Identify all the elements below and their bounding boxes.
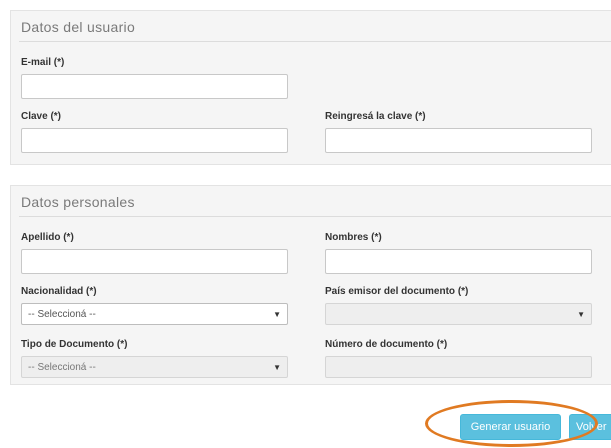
surname-input[interactable] <box>21 249 288 274</box>
names-input[interactable] <box>325 249 592 274</box>
personal-data-panel: Datos personales Apellido (*) Nombres (*… <box>10 185 611 385</box>
doc-number-label: Número de documento (*) <box>325 339 448 350</box>
issuing-country-select[interactable]: ▼ <box>325 303 592 325</box>
personal-data-title: Datos personales <box>21 194 135 210</box>
nationality-label: Nacionalidad (*) <box>21 286 97 297</box>
names-label: Nombres (*) <box>325 232 382 243</box>
chevron-down-icon: ▼ <box>273 309 281 319</box>
back-button[interactable]: Volver <box>569 414 611 440</box>
chevron-down-icon: ▼ <box>273 362 281 372</box>
nationality-selected-value: -- Seleccioná -- <box>28 308 96 320</box>
generate-user-button[interactable]: Generar usuario <box>460 414 561 440</box>
user-data-title: Datos del usuario <box>21 19 136 35</box>
nationality-select[interactable]: -- Seleccioná -- ▼ <box>21 303 288 325</box>
personal-data-divider <box>19 216 611 217</box>
email-input[interactable] <box>21 74 288 99</box>
user-data-panel: Datos del usuario E-mail (*) Clave (*) R… <box>10 10 611 165</box>
registration-page: Datos del usuario E-mail (*) Clave (*) R… <box>0 0 611 448</box>
email-label: E-mail (*) <box>21 57 65 68</box>
password-label: Clave (*) <box>21 111 62 122</box>
doc-type-label: Tipo de Documento (*) <box>21 339 128 350</box>
doc-type-select[interactable]: -- Seleccioná -- ▼ <box>21 356 288 378</box>
user-data-divider <box>19 41 611 42</box>
doc-type-selected-value: -- Seleccioná -- <box>28 361 96 373</box>
chevron-down-icon: ▼ <box>577 309 585 319</box>
password-repeat-input[interactable] <box>325 128 592 153</box>
password-repeat-label: Reingresá la clave (*) <box>325 111 426 122</box>
issuing-country-label: País emisor del documento (*) <box>325 286 469 297</box>
doc-number-input[interactable] <box>325 356 592 378</box>
password-input[interactable] <box>21 128 288 153</box>
surname-label: Apellido (*) <box>21 232 74 243</box>
